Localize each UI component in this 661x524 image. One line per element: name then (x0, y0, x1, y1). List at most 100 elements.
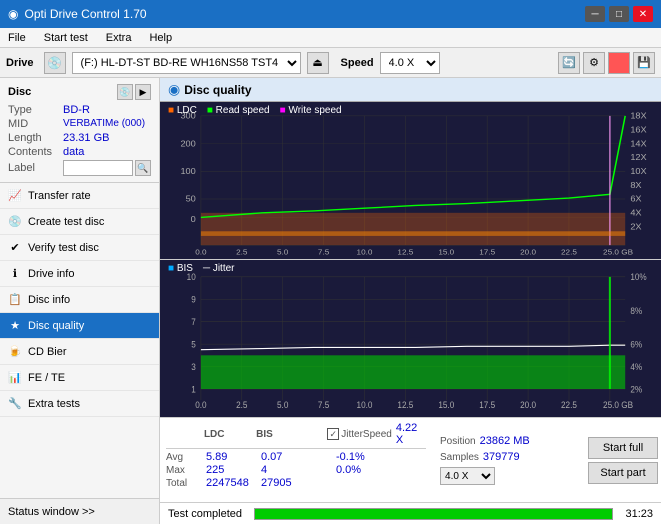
svg-text:22.5: 22.5 (561, 248, 577, 257)
avg-label: Avg (166, 452, 206, 463)
create-test-disc-label: Create test disc (28, 216, 104, 228)
save-icon[interactable]: 💾 (633, 52, 655, 74)
sidebar-item-cd-bier[interactable]: 🍺 CD Bier (0, 339, 159, 365)
svg-text:17.5: 17.5 (479, 248, 495, 257)
main-layout: Disc 💿 ▶ Type BD-R MID VERBATIMe (000) L… (0, 78, 661, 524)
top-chart: ■ LDC ■ Read speed ■ Write speed (160, 102, 661, 260)
start-full-button[interactable]: Start full (588, 437, 658, 459)
type-key: Type (8, 104, 63, 116)
sidebar-item-disc-quality[interactable]: ★ Disc quality (0, 313, 159, 339)
svg-text:7: 7 (191, 317, 196, 327)
verify-test-disc-label: Verify test disc (28, 242, 99, 254)
bis-header: BIS (256, 429, 308, 440)
svg-text:10.0: 10.0 (357, 248, 374, 257)
samples-label: Samples (440, 452, 479, 463)
svg-text:20.0: 20.0 (520, 400, 536, 410)
start-part-button[interactable]: Start part (588, 462, 658, 484)
svg-text:7.5: 7.5 (318, 400, 330, 410)
label-browse-button[interactable]: 🔍 (135, 160, 151, 176)
sidebar-item-disc-info[interactable]: 📋 Disc info (0, 287, 159, 313)
progress-fill (255, 509, 612, 519)
svg-text:2.5: 2.5 (236, 400, 248, 410)
cd-bier-icon: 🍺 (8, 345, 22, 359)
sidebar-item-transfer-rate[interactable]: 📈 Transfer rate (0, 183, 159, 209)
svg-text:4%: 4% (630, 362, 642, 372)
svg-text:8X: 8X (630, 180, 641, 189)
status-bar: Test completed 31:23 (160, 502, 661, 524)
drive-info-icon: ℹ (8, 267, 22, 281)
menu-extra[interactable]: Extra (102, 31, 136, 45)
label-input[interactable] (63, 160, 133, 176)
avg-jitter: -0.1% (336, 451, 365, 463)
close-button[interactable]: ✕ (633, 6, 653, 22)
settings-icon[interactable]: ⚙ (583, 52, 605, 74)
sidebar-item-fe-te[interactable]: 📊 FE / TE (0, 365, 159, 391)
length-val: 23.31 GB (63, 132, 109, 144)
disc-title: Disc (8, 86, 31, 98)
menubar: File Start test Extra Help (0, 28, 661, 48)
disc-info-icon: 📋 (8, 293, 22, 307)
ldc-legend: ■ LDC (168, 105, 197, 116)
eject-button[interactable]: ⏏ (307, 52, 329, 74)
max-ldc: 225 (206, 464, 261, 476)
bottom-chart: ■ BIS ─ Jitter (160, 260, 661, 417)
svg-text:0.0: 0.0 (195, 400, 207, 410)
sidebar-item-extra-tests[interactable]: 🔧 Extra tests (0, 391, 159, 417)
speed-select[interactable]: 4.0 X (380, 52, 440, 74)
svg-text:6%: 6% (630, 339, 642, 349)
svg-text:25.0 GB: 25.0 GB (603, 248, 633, 257)
position-label: Position (440, 436, 476, 447)
drive-label: Drive (6, 57, 34, 69)
maximize-button[interactable]: □ (609, 6, 629, 22)
svg-text:16X: 16X (630, 125, 647, 134)
svg-text:0: 0 (191, 214, 196, 223)
menu-file[interactable]: File (4, 31, 30, 45)
svg-text:2X: 2X (630, 222, 641, 231)
mid-key: MID (8, 118, 63, 130)
svg-text:9: 9 (191, 294, 196, 304)
refresh-icon[interactable]: 🔄 (558, 52, 580, 74)
sidebar: Disc 💿 ▶ Type BD-R MID VERBATIMe (000) L… (0, 78, 160, 524)
ldc-header: LDC (204, 429, 256, 440)
disc-icon-2[interactable]: ▶ (135, 84, 151, 100)
transfer-rate-label: Transfer rate (28, 190, 91, 202)
svg-text:10.0: 10.0 (357, 400, 373, 410)
verify-test-disc-icon: ✔ (8, 241, 22, 255)
bottom-chart-svg: 10 9 7 5 3 1 10% 8% 6% 4% 2% (160, 260, 661, 417)
svg-text:2%: 2% (630, 384, 642, 394)
svg-text:8%: 8% (630, 305, 642, 315)
sidebar-item-create-test-disc[interactable]: 💿 Create test disc (0, 209, 159, 235)
sidebar-item-verify-test-disc[interactable]: ✔ Verify test disc (0, 235, 159, 261)
svg-text:5: 5 (191, 339, 196, 349)
content-area: ◉ Disc quality ■ LDC ■ Read speed ■ Writ… (160, 78, 661, 524)
top-chart-svg: 300 200 100 50 0 18X 16X 14X 12X 10X 8X … (160, 102, 661, 259)
jitter-checkbox[interactable]: ✓ (327, 428, 339, 440)
status-window-label: Status window >> (8, 506, 95, 518)
color-icon[interactable] (608, 52, 630, 74)
svg-text:12.5: 12.5 (397, 248, 413, 257)
svg-text:50: 50 (186, 194, 196, 203)
max-bis: 4 (261, 464, 316, 476)
speed-dropdown[interactable]: 4.0 X (440, 467, 495, 485)
eject-icon[interactable]: 💿 (44, 52, 66, 74)
svg-text:0.0: 0.0 (195, 248, 207, 257)
drive-select[interactable]: (F:) HL-DT-ST BD-RE WH16NS58 TST4 (72, 52, 301, 74)
sidebar-item-drive-info[interactable]: ℹ Drive info (0, 261, 159, 287)
create-test-disc-icon: 💿 (8, 215, 22, 229)
speed-stat-val: 4.22 X (396, 422, 426, 446)
bottom-stats: LDC BIS ✓ Jitter Speed 4.22 X Avg 5.89 0… (160, 417, 661, 502)
transfer-rate-icon: 📈 (8, 189, 22, 203)
app-icon: ◉ (8, 7, 18, 21)
disc-icon-1[interactable]: 💿 (117, 84, 133, 100)
type-val: BD-R (63, 104, 90, 116)
menu-help[interactable]: Help (145, 31, 176, 45)
svg-text:12X: 12X (630, 153, 647, 162)
svg-text:25.0 GB: 25.0 GB (603, 400, 633, 410)
sidebar-item-status-window[interactable]: Status window >> (0, 498, 159, 524)
max-label: Max (166, 465, 206, 476)
length-key: Length (8, 132, 63, 144)
svg-text:1: 1 (191, 384, 196, 394)
menu-starttest[interactable]: Start test (40, 31, 92, 45)
minimize-button[interactable]: ─ (585, 6, 605, 22)
stats-table-section: LDC BIS ✓ Jitter Speed 4.22 X Avg 5.89 0… (160, 418, 432, 502)
